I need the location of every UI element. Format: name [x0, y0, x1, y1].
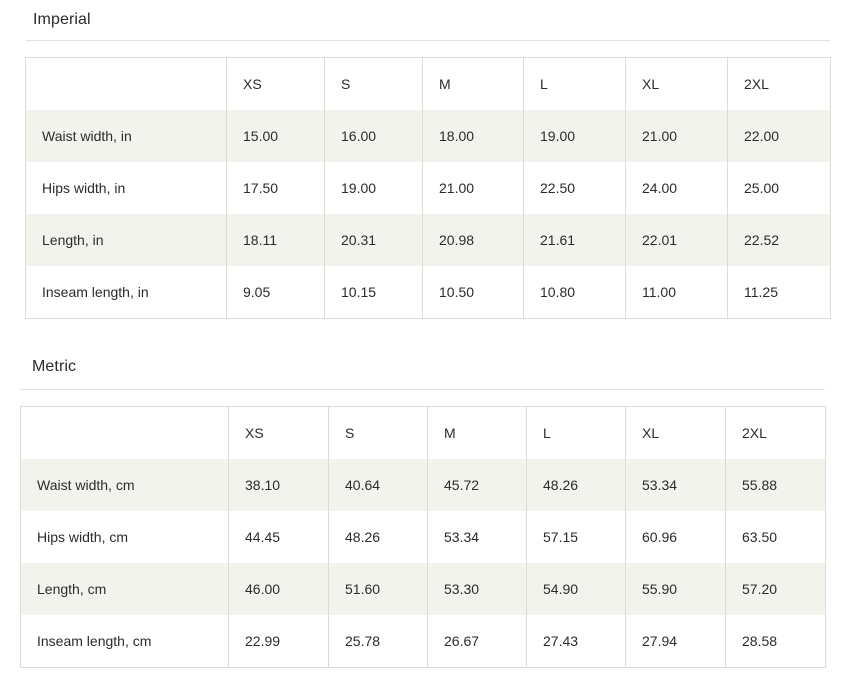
- table-cell: 15.00: [226, 110, 325, 162]
- table-cell: 26.67: [427, 615, 527, 668]
- header-cell-s: S: [328, 406, 428, 459]
- header-cell-l: L: [526, 406, 626, 459]
- table-cell: 22.99: [228, 615, 329, 668]
- table-cell: 21.00: [625, 110, 728, 162]
- row-label: Hips width, in: [25, 162, 227, 214]
- row-label: Waist width, in: [25, 110, 227, 162]
- table-cell: 54.90: [526, 563, 626, 615]
- table-cell: 10.80: [523, 266, 626, 319]
- table-row: Waist width, in 15.00 16.00 18.00 19.00 …: [25, 110, 831, 162]
- header-cell-xs: XS: [228, 406, 329, 459]
- table-cell: 53.34: [427, 511, 527, 563]
- table-cell: 22.52: [727, 214, 831, 266]
- table-cell: 21.61: [523, 214, 626, 266]
- table-cell: 24.00: [625, 162, 728, 214]
- header-cell-empty: [25, 57, 227, 110]
- row-label: Inseam length, cm: [20, 615, 229, 668]
- header-cell-xl: XL: [625, 57, 728, 110]
- table-cell: 53.34: [625, 459, 726, 511]
- row-label: Length, cm: [20, 563, 229, 615]
- table-cell: 17.50: [226, 162, 325, 214]
- table-row: Hips width, cm 44.45 48.26 53.34 57.15 6…: [20, 511, 826, 563]
- table-cell: 60.96: [625, 511, 726, 563]
- imperial-title: Imperial: [33, 11, 91, 28]
- table-cell: 51.60: [328, 563, 428, 615]
- table-cell: 57.20: [725, 563, 826, 615]
- table-cell: 10.50: [422, 266, 524, 319]
- table-cell: 25.00: [727, 162, 831, 214]
- table-cell: 28.58: [725, 615, 826, 668]
- table-cell: 20.98: [422, 214, 524, 266]
- table-cell: 38.10: [228, 459, 329, 511]
- table-cell: 20.31: [324, 214, 423, 266]
- table-row: Inseam length, cm 22.99 25.78 26.67 27.4…: [20, 615, 826, 668]
- table-cell: 22.00: [727, 110, 831, 162]
- table-cell: 18.00: [422, 110, 524, 162]
- row-label: Waist width, cm: [20, 459, 229, 511]
- table-cell: 48.26: [526, 459, 626, 511]
- header-cell-2xl: 2XL: [727, 57, 831, 110]
- table-cell: 40.64: [328, 459, 428, 511]
- table-row: Length, in 18.11 20.31 20.98 21.61 22.01…: [25, 214, 831, 266]
- imperial-size-table: XS S M L XL 2XL Waist width, in 15.00 16…: [25, 57, 831, 319]
- table-cell: 46.00: [228, 563, 329, 615]
- metric-size-table: XS S M L XL 2XL Waist width, cm 38.10 40…: [20, 406, 826, 668]
- table-cell: 44.45: [228, 511, 329, 563]
- table-row: Inseam length, in 9.05 10.15 10.50 10.80…: [25, 266, 831, 319]
- table-cell: 55.90: [625, 563, 726, 615]
- table-cell: 22.01: [625, 214, 728, 266]
- table-cell: 19.00: [324, 162, 423, 214]
- header-cell-s: S: [324, 57, 423, 110]
- table-cell: 45.72: [427, 459, 527, 511]
- table-cell: 48.26: [328, 511, 428, 563]
- table-cell: 10.15: [324, 266, 423, 319]
- table-cell: 18.11: [226, 214, 325, 266]
- table-cell: 25.78: [328, 615, 428, 668]
- table-cell: 21.00: [422, 162, 524, 214]
- size-chart-page: Imperial XS S M L XL 2XL Waist width, in…: [0, 0, 848, 700]
- imperial-divider: [26, 40, 830, 41]
- table-cell: 11.25: [727, 266, 831, 319]
- table-row: Waist width, cm 38.10 40.64 45.72 48.26 …: [20, 459, 826, 511]
- table-header-row: XS S M L XL 2XL: [20, 406, 826, 459]
- table-cell: 53.30: [427, 563, 527, 615]
- table-header-row: XS S M L XL 2XL: [25, 57, 831, 110]
- table-cell: 16.00: [324, 110, 423, 162]
- table-cell: 27.43: [526, 615, 626, 668]
- table-cell: 57.15: [526, 511, 626, 563]
- row-label: Inseam length, in: [25, 266, 227, 319]
- table-cell: 63.50: [725, 511, 826, 563]
- row-label: Length, in: [25, 214, 227, 266]
- table-cell: 55.88: [725, 459, 826, 511]
- header-cell-empty: [20, 406, 229, 459]
- table-cell: 11.00: [625, 266, 728, 319]
- table-cell: 27.94: [625, 615, 726, 668]
- metric-divider: [20, 389, 825, 390]
- table-row: Length, cm 46.00 51.60 53.30 54.90 55.90…: [20, 563, 826, 615]
- header-cell-xs: XS: [226, 57, 325, 110]
- table-cell: 22.50: [523, 162, 626, 214]
- header-cell-xl: XL: [625, 406, 726, 459]
- table-cell: 19.00: [523, 110, 626, 162]
- header-cell-m: M: [427, 406, 527, 459]
- metric-title: Metric: [32, 358, 77, 375]
- table-row: Hips width, in 17.50 19.00 21.00 22.50 2…: [25, 162, 831, 214]
- header-cell-2xl: 2XL: [725, 406, 826, 459]
- table-cell: 9.05: [226, 266, 325, 319]
- header-cell-m: M: [422, 57, 524, 110]
- row-label: Hips width, cm: [20, 511, 229, 563]
- header-cell-l: L: [523, 57, 626, 110]
